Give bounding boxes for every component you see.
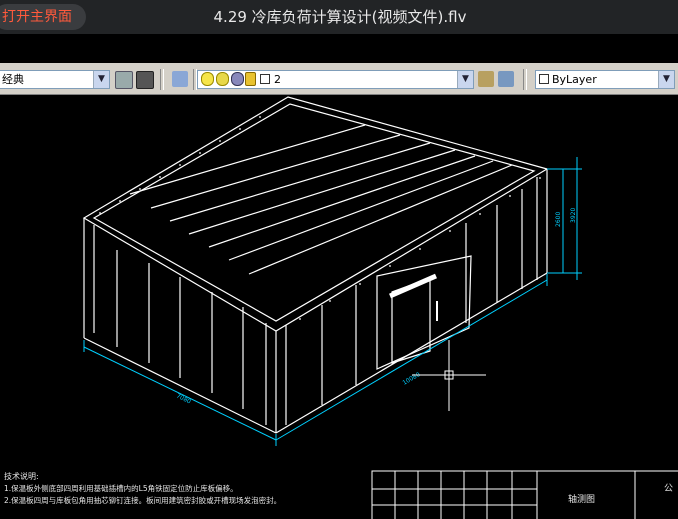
title-block-company-label: 公 bbox=[664, 483, 673, 494]
roof-panel-line bbox=[188, 149, 456, 235]
roof-panel-line bbox=[228, 160, 494, 261]
note-line-1: 1.保温板外侧底部四周利用基础插槽内的L5角铁固定位防止库板偏移。 bbox=[4, 483, 238, 493]
layer-lock-icon[interactable] bbox=[245, 72, 256, 86]
roof-panel-line bbox=[169, 142, 431, 222]
layer-freeze-sun-icon[interactable] bbox=[216, 72, 229, 86]
notes-title: 技术说明: bbox=[4, 471, 39, 481]
dimension-width-label: 10080 bbox=[402, 371, 422, 387]
workspace-select[interactable]: 经典 ▼ bbox=[0, 70, 110, 89]
dimension-length-label: 7080 bbox=[175, 393, 192, 406]
workspace-settings-icon[interactable] bbox=[115, 71, 133, 89]
roof-panel-line bbox=[150, 134, 401, 209]
chevron-down-icon[interactable]: ▼ bbox=[658, 71, 674, 88]
layer-previous-icon[interactable] bbox=[478, 71, 494, 87]
cad-toolbar: 经典 ▼ 2 ▼ ByLayer ▼ bbox=[0, 63, 678, 95]
rivet-dots bbox=[99, 116, 541, 320]
roof-inner-outline bbox=[92, 103, 536, 322]
crosshair-cursor bbox=[412, 340, 486, 411]
roof-outline bbox=[82, 96, 549, 332]
workspace-value: 经典 bbox=[2, 73, 24, 86]
cold-room-isometric bbox=[82, 96, 549, 434]
layer-name: 2 bbox=[274, 73, 281, 86]
toolbar-separator bbox=[160, 69, 164, 90]
door-header bbox=[389, 273, 437, 299]
layer-manager-icon[interactable] bbox=[172, 71, 188, 87]
cad-drawing-canvas[interactable]: 7080 10080 2600 3920 技术说明: 1.保温板外侧底部四周利用… bbox=[0, 95, 678, 519]
back-to-main-button[interactable]: 打开主界面 bbox=[0, 4, 86, 30]
roof-panel-line bbox=[129, 124, 366, 195]
linetype-color-swatch bbox=[539, 74, 549, 84]
video-title: 4.29 冷库负荷计算设计(视频文件).flv bbox=[213, 8, 467, 26]
player-titlebar: 打开主界面 4.29 冷库负荷计算设计(视频文件).flv bbox=[0, 0, 678, 34]
linetype-select[interactable]: ByLayer ▼ bbox=[535, 70, 675, 89]
dimension-height-inner-label: 2600 bbox=[555, 212, 562, 227]
layer-color-swatch bbox=[260, 74, 270, 84]
title-block bbox=[371, 470, 678, 519]
linetype-value: ByLayer bbox=[552, 73, 597, 86]
note-line-2: 2.保温板四周与库板包角用抽芯铆钉连接。板间用建筑密封胶或开槽现场发泡密封。 bbox=[4, 495, 281, 505]
layer-viewport-icon[interactable] bbox=[231, 72, 244, 86]
letterbox-strip bbox=[0, 34, 678, 63]
toolbar-separator bbox=[523, 69, 527, 90]
dimension-lines bbox=[83, 157, 582, 446]
dimension-line-width bbox=[275, 279, 548, 441]
layer-on-bulb-icon[interactable] bbox=[201, 72, 214, 86]
layer-select[interactable]: 2 ▼ bbox=[197, 70, 474, 89]
layer-state-icon[interactable] bbox=[498, 71, 514, 87]
title-block-view-label: 轴测图 bbox=[568, 493, 595, 505]
chevron-down-icon[interactable]: ▼ bbox=[457, 71, 473, 88]
dimension-height-outer-label: 3920 bbox=[570, 208, 577, 223]
chevron-down-icon[interactable]: ▼ bbox=[93, 71, 109, 88]
customize-icon[interactable] bbox=[136, 71, 154, 89]
